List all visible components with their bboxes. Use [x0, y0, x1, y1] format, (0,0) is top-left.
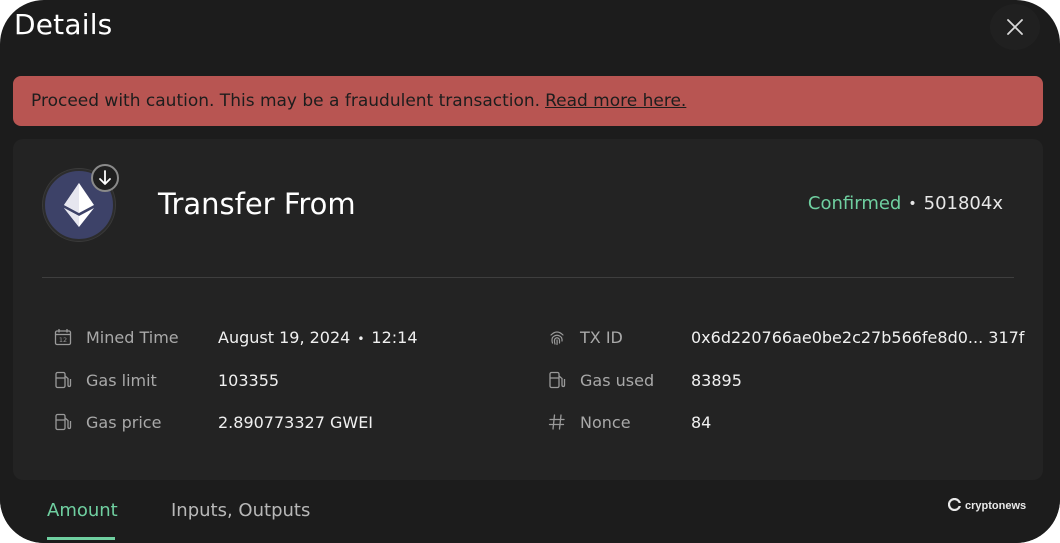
calendar-icon: 12 — [52, 326, 74, 348]
transaction-details-modal: Details Proceed with caution. This may b… — [0, 0, 1060, 543]
status-badge: Confirmed — [807, 193, 902, 214]
separator-dot: • — [908, 195, 917, 212]
ethereum-icon — [64, 183, 94, 227]
tx-id-value[interactable]: 0x6d220766ae0be2c27b566fe8d0... 317f — [691, 328, 1024, 347]
modal-title: Details — [14, 8, 113, 41]
gas-price-label: Gas price — [86, 413, 162, 432]
mined-time-value: August 19, 2024 • 12:14 — [218, 328, 418, 347]
status-info: Confirmed • 501804x — [808, 193, 1003, 214]
arrow-down-icon — [99, 170, 111, 185]
active-tab-indicator — [47, 537, 115, 540]
tab-amount[interactable]: Amount — [47, 500, 118, 521]
hash-icon — [546, 411, 568, 433]
separator-dot: • — [357, 332, 365, 346]
mined-date: August 19, 2024 — [218, 328, 351, 347]
cryptonews-logo-icon — [947, 497, 962, 514]
fingerprint-icon — [546, 326, 568, 348]
transaction-hash-short: 501804x — [923, 193, 1003, 214]
divider — [42, 277, 1014, 278]
watermark-text: cryptonews — [965, 500, 1027, 512]
read-more-link[interactable]: Read more here. — [545, 91, 686, 111]
tx-id-label: TX ID — [580, 328, 623, 347]
gas-pump-icon — [52, 369, 74, 391]
nonce-label: Nonce — [580, 413, 631, 432]
cryptonews-watermark: cryptonews — [947, 497, 1027, 514]
gas-used-label: Gas used — [580, 371, 655, 390]
mined-clock: 12:14 — [371, 328, 418, 347]
tabs-bar: Amount Inputs, Outputs — [0, 480, 1060, 543]
close-icon — [1007, 19, 1023, 35]
fraud-warning-banner: Proceed with caution. This may be a frau… — [13, 76, 1043, 126]
direction-badge — [91, 164, 119, 192]
nonce-value: 84 — [691, 413, 712, 432]
transaction-type: Transfer From — [158, 187, 356, 221]
gas-price-value: 2.890773327 GWEI — [218, 413, 374, 432]
gas-limit-label: Gas limit — [86, 371, 157, 390]
warning-text: Proceed with caution. This may be a frau… — [31, 91, 541, 111]
svg-text:12: 12 — [59, 336, 67, 344]
mined-time-label: Mined Time — [86, 328, 179, 347]
gas-limit-value: 103355 — [218, 371, 280, 390]
gas-pump-icon — [546, 369, 568, 391]
close-button[interactable] — [990, 4, 1040, 50]
gas-pump-icon — [52, 411, 74, 433]
transaction-card: Transfer From Confirmed • 501804x 12 Min… — [13, 139, 1043, 480]
tab-inputs-outputs[interactable]: Inputs, Outputs — [171, 500, 310, 521]
gas-used-value: 83895 — [691, 371, 742, 390]
